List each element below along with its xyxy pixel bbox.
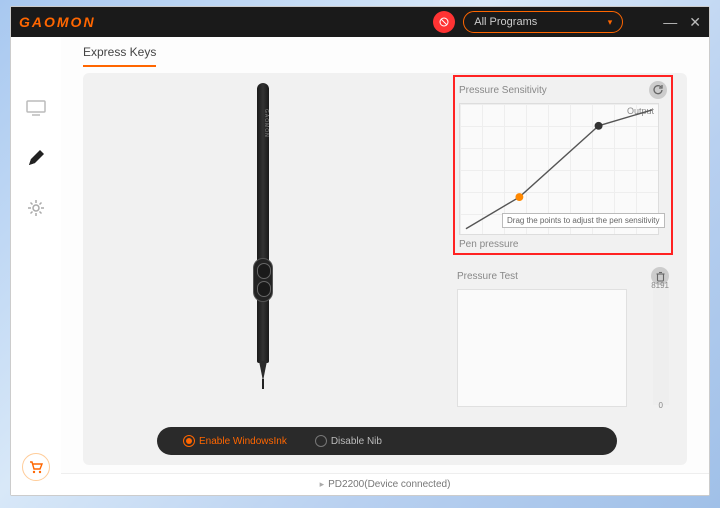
pressure-scale-min: 0 [659,401,663,410]
display-icon[interactable] [25,97,47,119]
curve-handle-high[interactable] [595,122,603,130]
chevron-down-icon: ▾ [608,17,613,28]
curve-hint-tooltip: Drag the points to adjust the pen sensit… [502,213,665,228]
app-body: Express Keys GAOMON Pressure Sensitivity [11,37,709,495]
settings-gear-icon[interactable] [25,197,47,219]
radio-on-icon [183,435,195,447]
brand-logo: GAOMON [19,14,96,30]
store-cart-icon[interactable] [22,453,50,481]
app-window: GAOMON All Programs ▾ — ✕ [10,6,710,496]
sidebar [11,37,61,495]
status-footer[interactable]: ▸ PD2200(Device connected) [61,473,709,495]
pressure-test-title: Pressure Test [457,271,651,282]
radio-off-icon [315,435,327,447]
pen-side-buttons[interactable] [253,258,273,302]
reset-curve-button[interactable] [649,81,667,99]
pen-pressure-axis-label: Pen pressure [459,239,667,250]
pressure-sensitivity-title: Pressure Sensitivity [459,85,649,96]
option-disable-nib-label: Disable Nib [331,436,382,447]
option-disable-nib[interactable]: Disable Nib [315,435,382,447]
pen-illustration: GAOMON [243,83,283,413]
close-button[interactable]: ✕ [689,14,701,31]
content-panel: GAOMON Pressure Sensitivity [83,73,687,465]
options-bar: Enable WindowsInk Disable Nib [157,427,617,455]
main-area: Express Keys GAOMON Pressure Sensitivity [61,37,709,495]
pressure-test-panel: Pressure Test 8191 0 [457,267,669,407]
program-selector-dropdown[interactable]: All Programs ▾ [463,11,623,33]
pressure-test-canvas[interactable] [457,289,627,407]
program-selector-label: All Programs [474,16,537,28]
pen-brand-label: GAOMON [257,103,269,143]
minimize-button[interactable]: — [663,14,677,31]
pressure-sensitivity-panel: Pressure Sensitivity Output D [453,75,673,255]
titlebar: GAOMON All Programs ▾ — ✕ [11,7,709,37]
pen-icon[interactable] [25,147,47,169]
pressure-scale-bar [653,287,669,405]
notification-badge-icon[interactable] [433,11,455,33]
tab-express-keys[interactable]: Express Keys [83,45,156,67]
curve-handle-low[interactable] [515,193,523,201]
pressure-curve-graph[interactable]: Output Drag the points to adjust the pen… [459,103,659,235]
chevron-right-icon: ▸ [320,479,325,490]
option-enable-windows-ink[interactable]: Enable WindowsInk [183,435,287,447]
device-status-label: PD2200(Device connected) [328,479,450,490]
pressure-scale-max: 8191 [651,281,669,290]
option-enable-windows-ink-label: Enable WindowsInk [199,436,287,447]
tab-bar: Express Keys [61,37,709,67]
